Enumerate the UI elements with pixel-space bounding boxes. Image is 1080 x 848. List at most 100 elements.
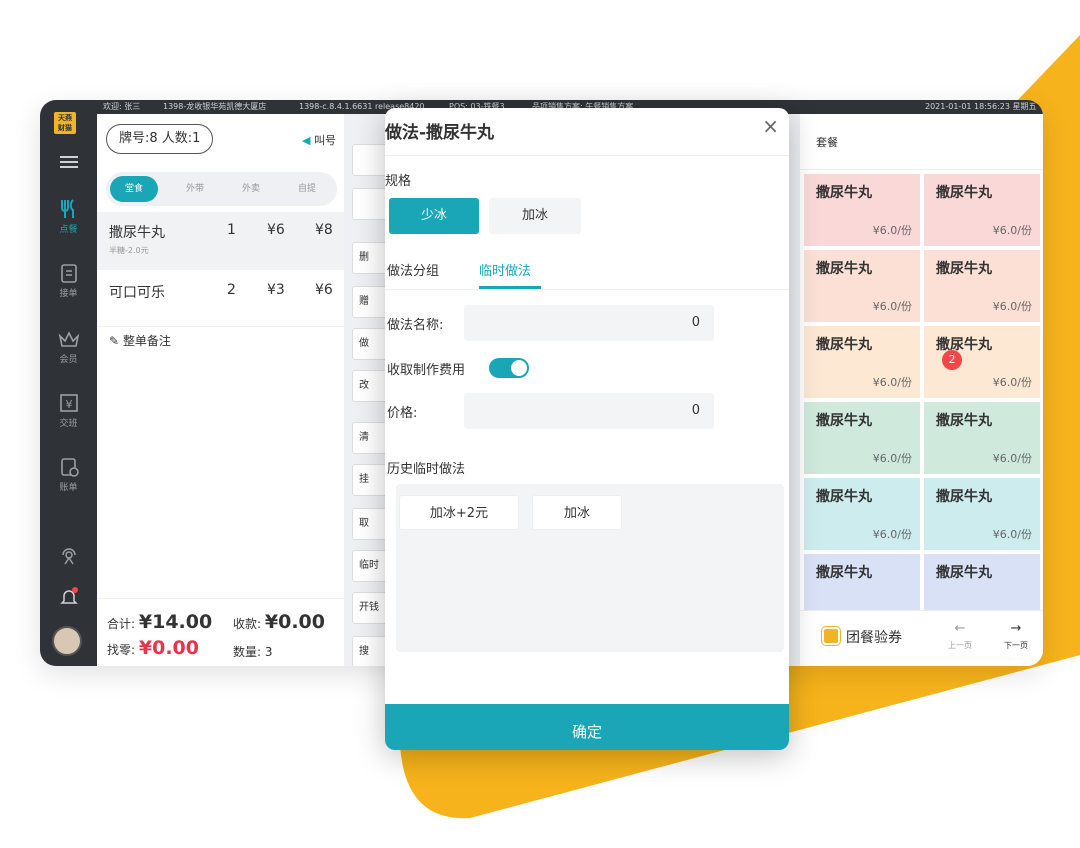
product-name: 撒尿牛丸	[816, 489, 872, 505]
product-name: 撒尿牛丸	[816, 413, 872, 429]
change-amount: ¥0.00	[138, 637, 199, 659]
prev-page-button[interactable]: ← 上一页	[940, 621, 980, 651]
product-tile[interactable]: 撒尿牛丸 ¥6.0/份	[804, 174, 920, 246]
sidebar-item-label: 账单	[59, 483, 78, 493]
product-name: 撒尿牛丸	[936, 185, 992, 201]
product-name: 撒尿牛丸	[816, 565, 872, 581]
network-icon[interactable]	[40, 546, 97, 568]
product-tile[interactable]: 撒尿牛丸 ¥6.0/份	[924, 478, 1040, 550]
table-info-pill[interactable]: 牌号:8 人数:1	[106, 124, 214, 154]
pencil-icon: ✎	[109, 334, 120, 348]
method-dialog: 做法-撒尿牛丸 × 规格 少冰 加冰 做法分组 临时做法 做法名称: 0 收取制…	[385, 108, 789, 750]
product-tile[interactable]: 撒尿牛丸 ¥6.0/份	[924, 174, 1040, 246]
product-price: ¥6.0/份	[872, 452, 912, 465]
history-chip[interactable]: 加冰	[532, 495, 622, 530]
product-price: ¥6.0/份	[992, 528, 1032, 541]
sidebar-item-takeorder[interactable]: 接单	[40, 262, 97, 299]
product-tile[interactable]: 撒尿牛丸 ¥6.0/份	[804, 478, 920, 550]
method-name-input[interactable]: 0	[464, 305, 714, 341]
spec-less-ice[interactable]: 少冰	[389, 198, 479, 234]
price-input[interactable]: 0	[464, 393, 714, 429]
tab-temp-method[interactable]: 临时做法	[479, 260, 531, 279]
order-row[interactable]: 可口可乐 2 ¥3 ¥6	[97, 272, 344, 330]
tab-divider	[385, 289, 789, 290]
brand-logo: 天燕 财猫	[54, 112, 76, 134]
qty-badge: 2	[942, 350, 962, 370]
confirm-button[interactable]: 确定	[385, 704, 789, 750]
spec-label: 规格	[385, 174, 412, 189]
fee-label: 收取制作费用	[387, 363, 466, 378]
crown-icon	[58, 331, 79, 347]
screenshot-stage: 天燕 财猫 点餐 接单 会员 ¥ 交班 账单 欢迎: 张三 1398-龙收银华苑…	[0, 0, 1080, 848]
tab-dine-in[interactable]: 堂食	[110, 176, 158, 202]
product-price: ¥6.0/份	[872, 300, 912, 313]
product-tile[interactable]: 撒尿牛丸 ¥6.0/份	[804, 250, 920, 322]
sidebar-item-label: 接单	[59, 289, 78, 299]
clipboard-icon	[60, 264, 77, 283]
received-amount: ¥0.00	[264, 611, 325, 633]
sidebar-item-shift[interactable]: ¥ 交班	[40, 392, 97, 429]
bell-icon[interactable]	[40, 586, 97, 610]
close-icon[interactable]: ×	[762, 114, 779, 138]
order-panel: 牌号:8 人数:1 ◀ 叫号 堂食 外带 外卖 自提 撒尿牛丸 半糖-2.0元 …	[97, 114, 344, 666]
tab-method-group[interactable]: 做法分组	[387, 260, 439, 279]
history-label: 历史临时做法	[387, 462, 466, 477]
product-price: ¥6.0/份	[992, 452, 1032, 465]
welcome-text: 欢迎: 张三	[103, 102, 141, 111]
item-count: 3	[264, 645, 273, 659]
arrow-right-icon: →	[1010, 621, 1022, 636]
yen-box-icon: ¥	[59, 394, 78, 412]
product-price: ¥6.0/份	[872, 376, 912, 389]
product-name: 撒尿牛丸	[936, 261, 992, 277]
product-name: 撒尿牛丸	[936, 413, 992, 429]
sidebar-item-bills[interactable]: 账单	[40, 456, 97, 493]
tab-combo[interactable]: 套餐	[816, 134, 838, 150]
product-price: ¥6.0/份	[992, 300, 1032, 313]
product-grid: 套餐 撒尿牛丸 ¥6.0/份 撒尿牛丸 ¥6.0/份 撒尿牛丸 ¥6.0/份 撒尿牛丸 ¥6.…	[800, 114, 1043, 666]
method-name-label: 做法名称:	[387, 318, 444, 333]
spec-add-ice[interactable]: 加冰	[489, 198, 581, 234]
call-number-button[interactable]: ◀ 叫号	[302, 132, 336, 148]
avatar[interactable]	[52, 626, 82, 656]
sidebar-item-label: 交班	[59, 419, 78, 429]
order-row[interactable]: 撒尿牛丸 半糖-2.0元 1 ¥6 ¥8	[97, 212, 344, 270]
dialog-header: 做法-撒尿牛丸 ×	[385, 108, 789, 156]
sidebar-item-order[interactable]: 点餐	[40, 198, 97, 235]
history-chip[interactable]: 加冰+2元	[399, 495, 519, 530]
group-voucher-button[interactable]: 团餐验券	[822, 627, 902, 647]
product-name: 撒尿牛丸	[816, 185, 872, 201]
fee-toggle[interactable]	[489, 358, 529, 378]
tab-delivery[interactable]: 外卖	[226, 172, 276, 206]
sidebar-item-label: 会员	[59, 355, 78, 365]
product-name: 撒尿牛丸	[816, 261, 872, 277]
speaker-icon: ◀	[302, 134, 311, 147]
store-name: 1398-龙收银华苑凯德大厦店	[163, 102, 267, 111]
order-remark-button[interactable]: ✎ 整单备注	[109, 332, 171, 349]
sidebar-item-member[interactable]: 会员	[40, 328, 97, 365]
product-price: ¥6.0/份	[872, 528, 912, 541]
product-tile[interactable]: 撒尿牛丸 ¥6.0/份	[804, 402, 920, 474]
product-price: ¥6.0/份	[992, 376, 1032, 389]
product-tile[interactable]: 撒尿牛丸 ¥6.0/份	[804, 326, 920, 398]
product-price: ¥6.0/份	[872, 224, 912, 237]
product-name: 撒尿牛丸	[936, 565, 992, 581]
dialog-title: 做法-撒尿牛丸	[385, 123, 495, 143]
history-panel: 加冰+2元 加冰	[396, 484, 784, 652]
datetime-text: 2021-01-01 18:56:23 星期五	[925, 102, 1037, 111]
product-name: 撒尿牛丸	[816, 337, 872, 353]
product-name: 撒尿牛丸	[936, 489, 992, 505]
tab-pickup[interactable]: 自提	[282, 172, 332, 206]
arrow-left-icon: ←	[954, 621, 966, 636]
sidebar-item-label: 点餐	[59, 225, 78, 235]
tab-takeaway[interactable]: 外带	[170, 172, 220, 206]
dining-mode-tabs: 堂食 外带 外卖 自提	[106, 172, 337, 206]
product-tile[interactable]: 撒尿牛丸 ¥6.0/份	[924, 250, 1040, 322]
svg-text:¥: ¥	[65, 398, 72, 411]
bill-icon	[60, 458, 79, 477]
fork-knife-icon	[60, 199, 74, 218]
next-page-button[interactable]: → 下一页	[996, 621, 1036, 651]
order-totals: 合计: ¥14.00 收款: ¥0.00 找零: ¥0.00 数量: 3	[97, 598, 344, 666]
price-label: 价格:	[387, 406, 418, 421]
product-tile[interactable]: 撒尿牛丸 ¥6.0/份	[924, 402, 1040, 474]
menu-icon[interactable]	[40, 154, 97, 172]
